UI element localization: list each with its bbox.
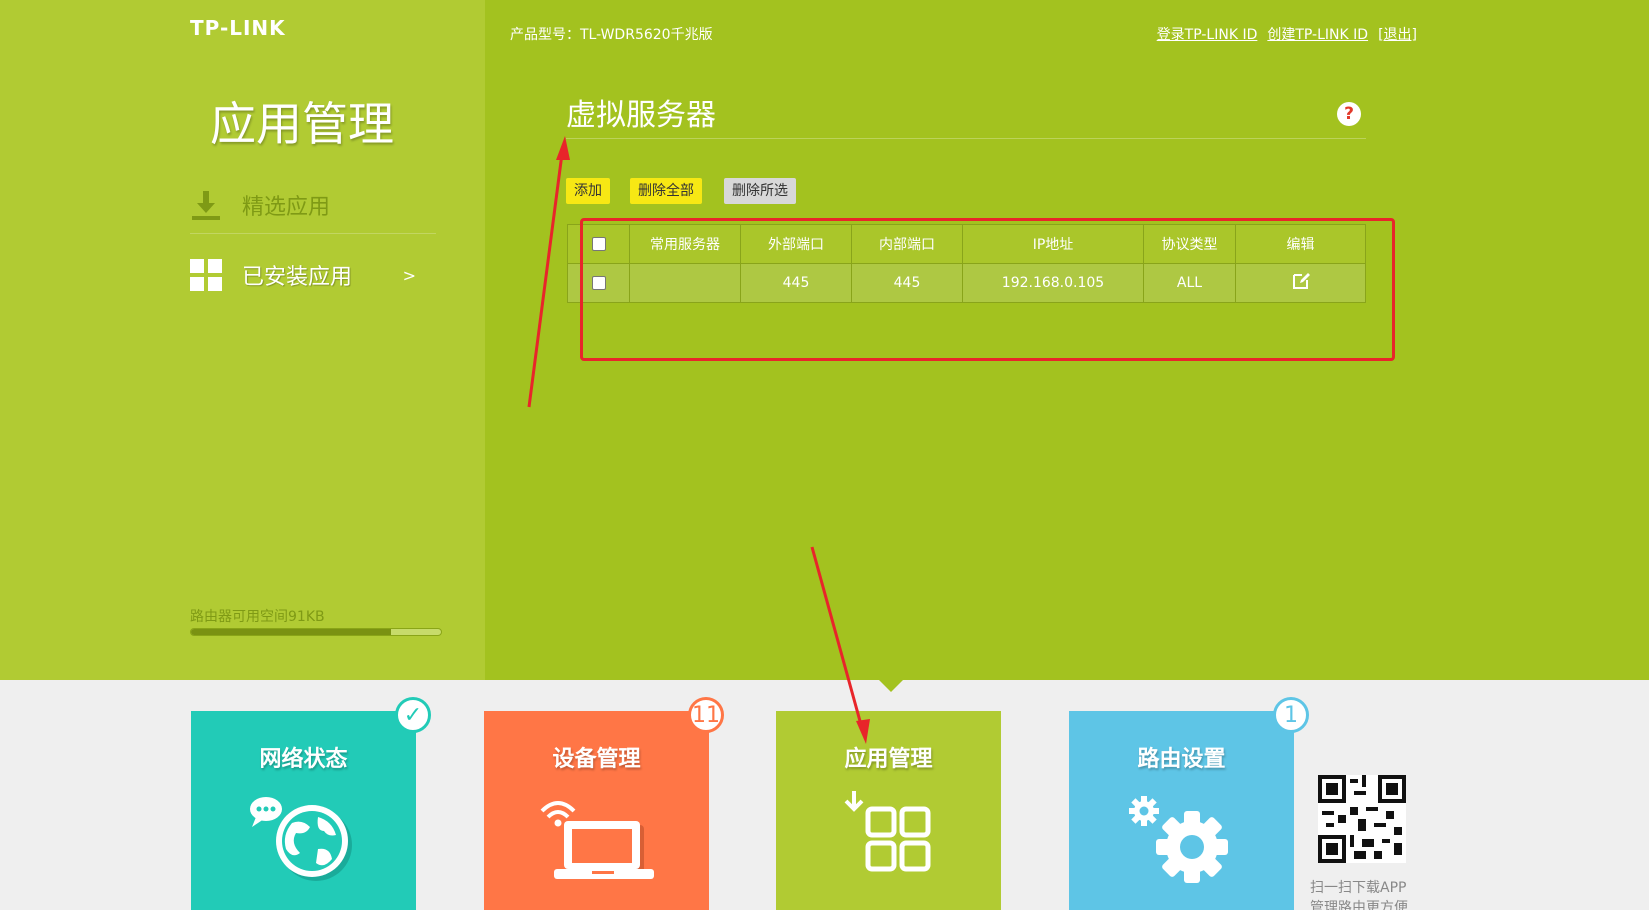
help-icon[interactable]: ? [1337, 102, 1361, 126]
chevron-right-icon: > [402, 265, 416, 285]
tile-device-management[interactable]: 设备管理 [484, 711, 709, 910]
page-title: 虚拟服务器 [566, 98, 716, 133]
account-links: 登录TP-LINK ID 创建TP-LINK ID [退出] [1157, 24, 1417, 44]
tile-router-settings[interactable]: 路由设置 [1069, 711, 1294, 910]
sidebar-item-installed-apps[interactable]: 已安装应用 > [190, 246, 436, 304]
sidebar-item-label: 已安装应用 [242, 265, 353, 290]
active-tile-pointer [877, 678, 905, 692]
sidebar-item-label: 精选应用 [242, 194, 331, 220]
tile-label: 网络状态 [259, 747, 348, 772]
product-model: 产品型号：TL-WDR5620千兆版 [510, 27, 713, 43]
tile-label: 设备管理 [552, 747, 641, 772]
add-button[interactable]: 添加 [566, 178, 610, 204]
tile-label: 应用管理 [844, 747, 933, 772]
logout-link[interactable]: [退出] [1378, 24, 1417, 44]
tile-network-status[interactable]: 网络状态 [191, 711, 416, 910]
title-divider [566, 138, 1366, 139]
login-tplink-id-link[interactable]: 登录TP-LINK ID [1157, 24, 1258, 44]
router-settings-badge: 1 [1273, 697, 1309, 733]
qr-caption: 扫一扫下载APP [1310, 880, 1407, 896]
annotation-highlight-box [580, 218, 1395, 361]
storage-text: 路由器可用空间91KB [190, 609, 325, 625]
delete-selected-button[interactable]: 删除所选 [724, 178, 796, 204]
grid-icon [190, 259, 222, 291]
qr-caption: 管理路由更方便 [1310, 900, 1408, 910]
tile-app-management[interactable]: 应用管理 [776, 711, 1001, 910]
globe-icon [191, 789, 416, 889]
download-icon [190, 189, 222, 221]
network-status-badge: ✓ [395, 697, 431, 733]
delete-all-button[interactable]: 删除全部 [630, 178, 702, 204]
qr-code [1318, 775, 1406, 863]
gear-icon [1069, 789, 1294, 889]
create-tplink-id-link[interactable]: 创建TP-LINK ID [1267, 24, 1368, 44]
storage-bar [190, 628, 442, 636]
tile-label: 路由设置 [1137, 747, 1226, 772]
storage-bar-fill [191, 629, 391, 635]
sidebar-title: 应用管理 [210, 97, 394, 151]
apps-grid-icon [776, 789, 1001, 889]
device-count-badge: 11 [688, 697, 724, 733]
sidebar: TP-LINK 应用管理 精选应用 已安装应用 > 路由器可用空间91KB [0, 0, 485, 680]
tp-link-logo[interactable]: TP-LINK [190, 16, 286, 40]
sidebar-item-featured-apps[interactable]: 精选应用 [190, 176, 436, 234]
laptop-wifi-icon [484, 789, 709, 889]
